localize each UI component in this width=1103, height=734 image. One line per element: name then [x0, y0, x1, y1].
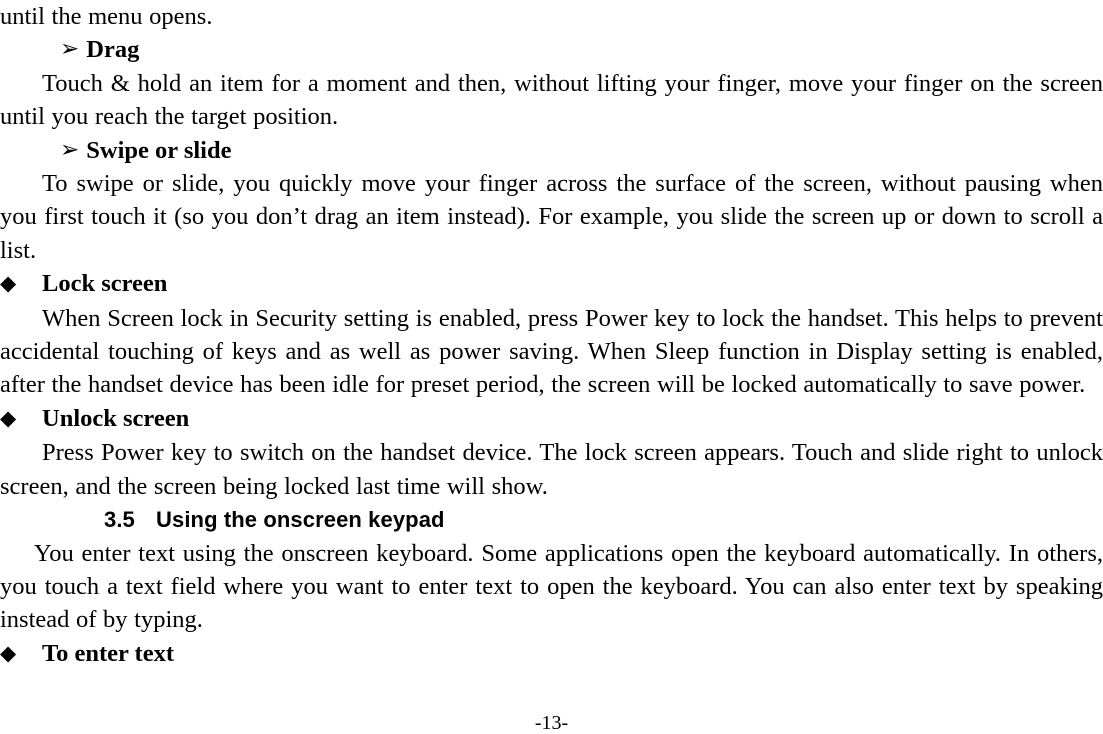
paragraph-drag-description: Touch & hold an item for a moment and th…: [0, 69, 1103, 131]
section-number: 3.5: [104, 507, 135, 533]
diamond-bullet-icon: ◆: [0, 405, 17, 430]
heading-drag-label: Drag: [86, 36, 140, 64]
heading-swipe-or-slide-label: Swipe or slide: [86, 136, 232, 164]
heading-to-enter-text-label: To enter text: [42, 639, 174, 667]
diamond-bullet-icon: ◆: [0, 271, 17, 296]
document-page: until the menu opens. ➢ Drag Touch & hold…: [0, 0, 1103, 734]
page-number: -13-: [534, 712, 569, 734]
heading-unlock-screen-label: Unlock screen: [42, 404, 190, 432]
paragraph-swipe-description: To swipe or slide, you quickly move your…: [0, 170, 1103, 264]
paragraph-unlock-screen-description: Press Power key to switch on the handset…: [0, 439, 1103, 500]
arrow-bullet-icon: ➢: [60, 136, 80, 162]
heading-lock-screen: ◆ Lock screen: [0, 267, 1103, 301]
heading-3-5-using-the-onscreen-keypad: 3.5 Using the onscreen keypad: [0, 503, 1103, 536]
heading-to-enter-text: ◆ To enter text: [0, 637, 1103, 671]
heading-swipe-or-slide: ➢ Swipe or slide: [0, 134, 1103, 167]
paragraph-lock-screen-description: When Screen lock in Security setting is …: [0, 304, 1103, 399]
section-title: Using the onscreen keypad: [156, 507, 445, 533]
heading-drag: ➢ Drag: [0, 33, 1103, 66]
continued-paragraph-menu-opens: until the menu opens.: [0, 3, 213, 30]
page-content: until the menu opens. ➢ Drag Touch & hold…: [0, 0, 1103, 671]
heading-lock-screen-label: Lock screen: [42, 270, 168, 298]
heading-unlock-screen: ◆ Unlock screen: [0, 402, 1103, 436]
arrow-bullet-icon: ➢: [60, 36, 80, 62]
diamond-bullet-icon: ◆: [0, 640, 17, 665]
paragraph-onscreen-keyboard-description: You enter text using the onscreen keyboa…: [0, 539, 1103, 634]
